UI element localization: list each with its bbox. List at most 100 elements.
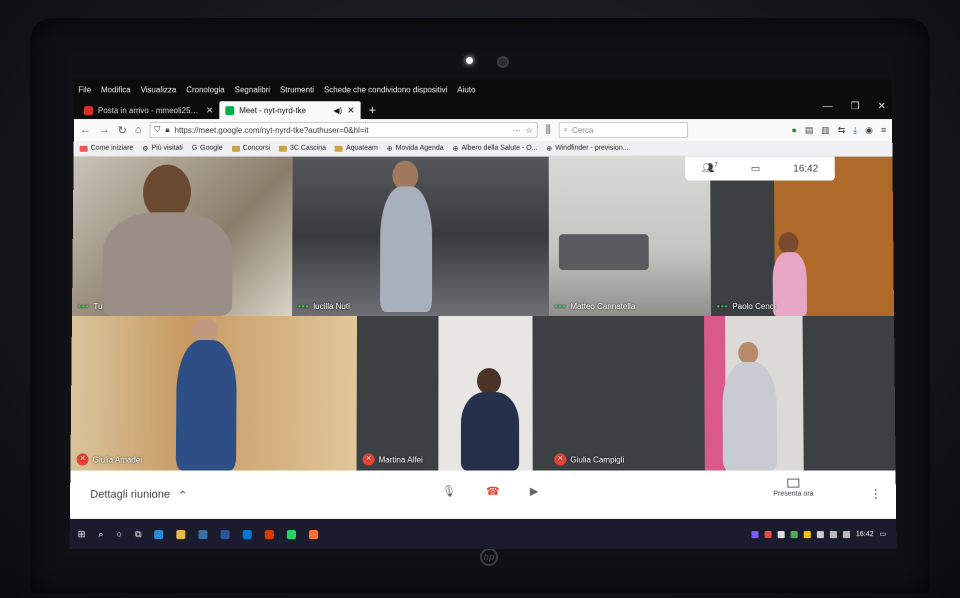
menu-segnalibri[interactable]: Segnalibri bbox=[235, 85, 270, 94]
participant-video bbox=[778, 232, 799, 255]
meet-icon bbox=[225, 105, 235, 115]
meeting-details-button[interactable]: Dettagli riunione ⌃ bbox=[90, 488, 187, 502]
participant-video bbox=[722, 362, 778, 471]
more-options-icon[interactable]: ⋮ bbox=[870, 487, 882, 501]
meet-top-bar: 👥︎7 ▭ 16:42 bbox=[685, 156, 835, 181]
extension-icon[interactable]: ● bbox=[791, 125, 796, 136]
participant-tile[interactable]: ••• Paolo Cenci bbox=[710, 156, 895, 316]
sync-icon[interactable]: ⇆ bbox=[838, 125, 846, 136]
more-icon[interactable]: ··· bbox=[513, 125, 521, 134]
account-icon[interactable]: ◉ bbox=[865, 125, 873, 136]
office-icon[interactable] bbox=[265, 529, 275, 539]
close-icon[interactable]: ✕ bbox=[347, 105, 355, 116]
bookmark-item[interactable]: ⚙ Più visitati bbox=[142, 144, 183, 152]
bookmark-item[interactable]: 3C Cascina bbox=[279, 145, 326, 152]
store-icon[interactable] bbox=[198, 529, 208, 539]
back-icon[interactable]: ← bbox=[80, 124, 91, 136]
menu-aiuto[interactable]: Aiuto bbox=[457, 85, 475, 94]
firefox-icon[interactable] bbox=[309, 529, 319, 539]
edge-icon[interactable] bbox=[154, 529, 164, 539]
notifications-icon[interactable]: ▭ bbox=[880, 530, 887, 538]
library-icon[interactable]: ⫼ bbox=[546, 124, 551, 137]
close-icon[interactable]: ✕ bbox=[206, 105, 214, 116]
search-icon: ⌕ bbox=[563, 125, 569, 134]
menu-visualizza[interactable]: Visualizza bbox=[141, 85, 177, 94]
taskbar-clock[interactable]: 16:42 bbox=[856, 531, 874, 538]
download-icon[interactable]: ⤓ bbox=[853, 125, 857, 136]
bookmark-item[interactable]: ⊕ Albero della Salute - O... bbox=[453, 144, 538, 152]
speaker-icon[interactable]: ◀) bbox=[333, 106, 342, 115]
tab-label: Posta in arrivo - mmeoli25@g bbox=[97, 105, 201, 115]
url-text: https://meet.google.com/nyt-nyrd-tke?aut… bbox=[174, 125, 369, 135]
bookmark-item[interactable]: ⊕ Windfinder - prevision... bbox=[546, 144, 628, 152]
word-icon[interactable] bbox=[221, 529, 231, 539]
tray-icon[interactable] bbox=[777, 530, 785, 538]
volume-icon[interactable] bbox=[842, 530, 850, 538]
tab-gmail[interactable]: Posta in arrivo - mmeoli25@g ✕ bbox=[78, 101, 219, 119]
bookmark-item[interactable]: G Google bbox=[192, 145, 223, 152]
participant-tile[interactable]: ✕ Martina Alfei bbox=[356, 315, 543, 471]
participant-tile[interactable]: ✕ Giulia Amadei bbox=[70, 315, 357, 471]
camera-light bbox=[466, 57, 473, 64]
tray-icon[interactable] bbox=[764, 530, 772, 538]
people-icon[interactable]: 👥︎7 bbox=[702, 163, 718, 174]
microphone-icon[interactable]: 🎙︎ bbox=[442, 485, 456, 498]
laptop-screen: File Modifica Visualizza Cronologia Segn… bbox=[69, 79, 897, 550]
wifi-icon[interactable] bbox=[829, 530, 837, 538]
reload-icon[interactable]: ↻ bbox=[118, 124, 127, 137]
participant-tile[interactable]: ••• Matteo Cannatella bbox=[548, 156, 712, 316]
menu-schede[interactable]: Schede che condividono dispositivi bbox=[324, 85, 447, 94]
lock-icon: 🔒︎ bbox=[165, 125, 170, 134]
tray-icon[interactable] bbox=[803, 530, 811, 538]
minimize-icon[interactable]: — bbox=[823, 101, 833, 112]
bookmark-star-icon[interactable]: ☆ bbox=[526, 125, 533, 134]
menu-strumenti[interactable]: Strumenti bbox=[280, 85, 314, 94]
menu-file[interactable]: File bbox=[78, 85, 91, 94]
cortana-icon[interactable]: ○ bbox=[117, 529, 123, 539]
home-icon[interactable]: ⌂ bbox=[135, 124, 142, 136]
meet-clock: 16:42 bbox=[793, 163, 819, 175]
participant-tile[interactable]: ••• lucilla Nuti bbox=[291, 156, 550, 316]
tray-icon[interactable] bbox=[751, 530, 759, 538]
tray-icon[interactable] bbox=[790, 530, 798, 538]
bookmark-item[interactable]: Concorsi bbox=[231, 145, 270, 152]
participant-name: Matteo Cannatella bbox=[570, 302, 636, 312]
bookmark-item[interactable]: Come iniziare bbox=[79, 145, 133, 152]
camera-icon[interactable]: ▶︎ bbox=[530, 485, 539, 498]
participant-video bbox=[772, 252, 808, 316]
whatsapp-icon[interactable] bbox=[287, 529, 297, 539]
file-explorer-icon[interactable] bbox=[176, 529, 186, 539]
menu-icon[interactable]: ≡ bbox=[881, 125, 886, 136]
system-tray: 16:42 ▭ bbox=[751, 530, 896, 538]
participant-name: lucilla Nuti bbox=[313, 302, 350, 312]
menu-modifica[interactable]: Modifica bbox=[101, 85, 131, 94]
windows-start-icon[interactable]: ⊞ bbox=[78, 529, 86, 540]
participant-video bbox=[101, 212, 233, 316]
bookmark-item[interactable]: ⊕ Movida Agenda bbox=[387, 144, 444, 152]
search-input[interactable]: ⌕ Cerca bbox=[558, 122, 689, 138]
call-controls: 🎙︎ ☎︎ ▶︎ bbox=[442, 485, 539, 498]
chat-icon[interactable]: ▭ bbox=[751, 163, 760, 174]
url-bar[interactable]: ⛉ 🔒︎ https://meet.google.com/nyt-nyrd-tk… bbox=[149, 122, 538, 138]
hp-logo: hp bbox=[480, 548, 498, 566]
maximize-icon[interactable]: ❐ bbox=[851, 101, 860, 112]
bookmark-item[interactable]: Aquateam bbox=[335, 145, 378, 152]
tab-meet[interactable]: Meet - nyt-nyrd-tke ◀) ✕ bbox=[219, 101, 361, 120]
hang-up-icon[interactable]: ☎︎ bbox=[486, 485, 500, 498]
participant-video bbox=[175, 340, 237, 471]
menu-cronologia[interactable]: Cronologia bbox=[186, 85, 225, 94]
present-now-button[interactable]: Presenta ora bbox=[773, 478, 814, 498]
forward-icon[interactable]: → bbox=[99, 124, 110, 136]
reader-icon[interactable]: ▤ bbox=[805, 125, 814, 136]
participant-tile[interactable]: ••• Tu bbox=[71, 156, 293, 316]
mail-icon[interactable] bbox=[243, 529, 253, 539]
tray-icon[interactable] bbox=[816, 530, 824, 538]
task-view-icon[interactable]: ⧉ bbox=[135, 529, 142, 540]
sidebar-icon[interactable]: ▥ bbox=[821, 125, 830, 136]
close-window-icon[interactable]: ✕ bbox=[878, 101, 886, 112]
participant-tile[interactable]: ✕ Giulia Campigli bbox=[542, 315, 896, 471]
webcam bbox=[497, 56, 509, 68]
search-icon[interactable]: ⌕ bbox=[98, 529, 103, 540]
tab-bar: Posta in arrivo - mmeoli25@g ✕ Meet - ny… bbox=[73, 99, 893, 120]
new-tab-button[interactable]: + bbox=[361, 101, 385, 119]
